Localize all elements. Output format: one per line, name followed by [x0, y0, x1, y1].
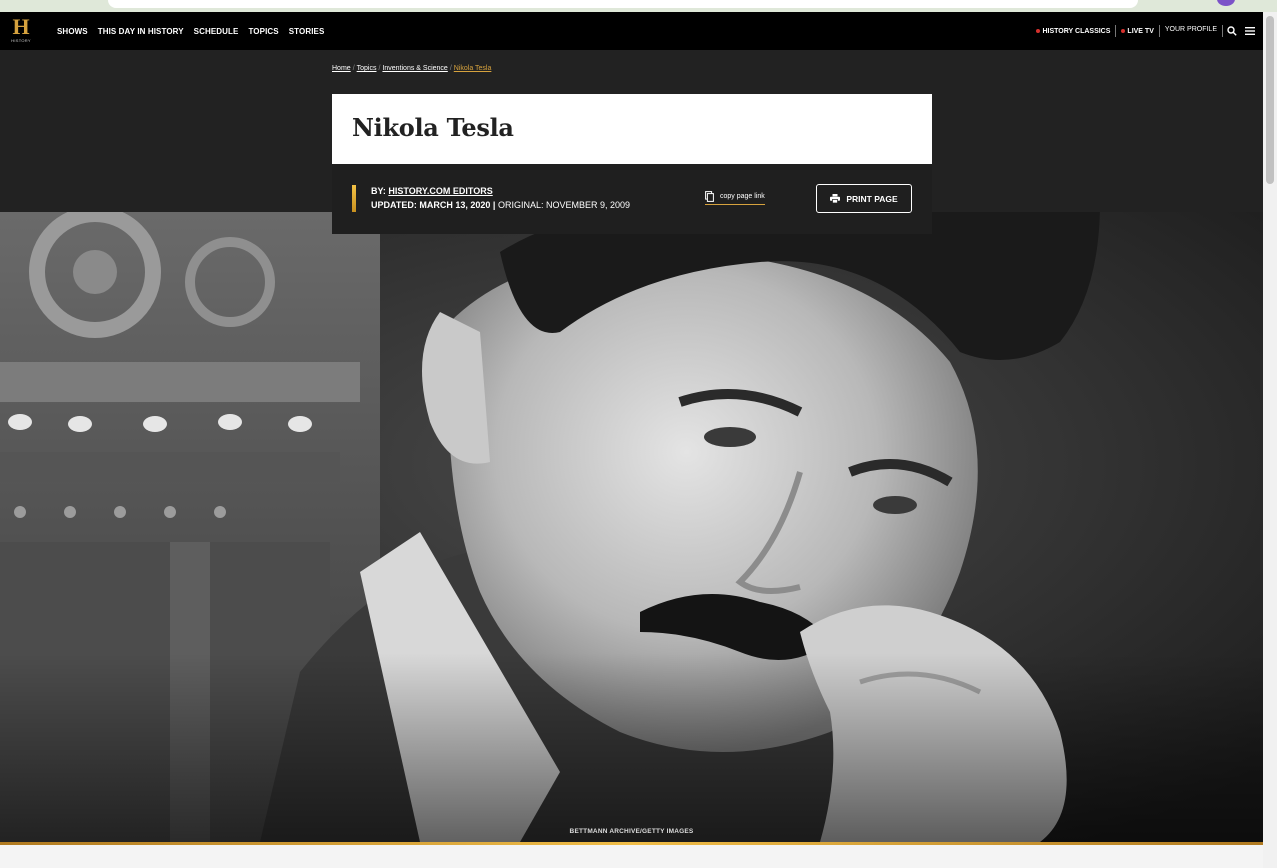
author-link[interactable]: HISTORY.COM EDITORS [388, 186, 492, 196]
hero-image [0, 212, 1263, 842]
printer-icon [830, 194, 841, 203]
page-title: Nikola Tesla [352, 113, 514, 142]
nav-shows[interactable]: SHOWS [57, 27, 88, 36]
byline: BY: HISTORY.COM EDITORS [371, 186, 493, 196]
original-label: ORIGINAL: [497, 200, 544, 210]
article-meta: BY: HISTORY.COM EDITORS UPDATED: MARCH 1… [332, 164, 932, 234]
image-caption: BETTMANN ARCHIVE/GETTY IMAGES [569, 828, 694, 835]
breadcrumb-topics[interactable]: Topics [357, 65, 377, 72]
print-page-button[interactable]: PRINT PAGE [816, 184, 912, 213]
nav-stories[interactable]: STORIES [289, 27, 325, 36]
nav-this-day-in-history[interactable]: THIS DAY IN HISTORY [98, 27, 184, 36]
browser-toolbar-edge [0, 0, 1277, 12]
copy-icon [705, 191, 714, 202]
copy-page-link[interactable]: copy page link [705, 191, 765, 205]
breadcrumb-category[interactable]: Inventions & Science [382, 65, 447, 72]
history-logo[interactable]: H HISTORY [10, 16, 32, 46]
live-dot-icon [1121, 29, 1126, 33]
logo-letter: H [12, 14, 30, 39]
browser-profile-avatar[interactable] [1217, 0, 1235, 6]
live-tv-label: LIVE TV [1127, 27, 1154, 35]
live-dot-icon [1036, 29, 1041, 33]
meta-accent-bar [352, 185, 356, 212]
original-date: NOVEMBER 9, 2009 [545, 200, 631, 210]
utility-nav: HISTORY CLASSICS LIVE TV YOUR PROFILE [1031, 12, 1263, 50]
article-dates: UPDATED: MARCH 13, 2020 | ORIGINAL: NOVE… [371, 200, 630, 210]
title-card: Nikola Tesla [332, 94, 932, 164]
live-tv-link[interactable]: LIVE TV [1116, 28, 1158, 35]
menu-icon[interactable] [1241, 12, 1259, 50]
updated-date: MARCH 13, 2020 [419, 200, 491, 210]
main-nav: SHOWS THIS DAY IN HISTORY SCHEDULE TOPIC… [57, 12, 324, 50]
breadcrumb: Home / Topics / Inventions & Science / N… [332, 65, 491, 72]
copy-page-link-label: copy page link [720, 193, 765, 200]
breadcrumb-separator: / [352, 65, 355, 72]
breadcrumb-separator: / [378, 65, 381, 72]
breadcrumb-separator: / [449, 65, 452, 72]
your-profile-link[interactable]: YOUR PROFILE [1160, 26, 1222, 33]
portrait-photo [0, 212, 1263, 842]
scrollbar-thumb[interactable] [1266, 16, 1274, 184]
your-profile-label: YOUR PROFILE [1164, 25, 1217, 33]
nav-schedule[interactable]: SCHEDULE [194, 27, 239, 36]
site-header: H HISTORY SHOWS THIS DAY IN HISTORY SCHE… [0, 12, 1263, 50]
updated-label: UPDATED: [371, 200, 417, 210]
search-icon[interactable] [1223, 12, 1241, 50]
print-page-label: PRINT PAGE [846, 193, 898, 204]
nav-topics[interactable]: TOPICS [248, 27, 278, 36]
history-classics-label: HISTORY CLASSICS [1042, 27, 1111, 35]
page-scrollbar[interactable] [1263, 12, 1277, 868]
address-bar[interactable] [108, 0, 1138, 8]
article-body-top [0, 845, 1263, 868]
date-divider: | [492, 200, 496, 210]
history-classics-link[interactable]: HISTORY CLASSICS [1031, 28, 1115, 35]
breadcrumb-current[interactable]: Nikola Tesla [454, 65, 492, 72]
breadcrumb-home[interactable]: Home [332, 65, 351, 72]
logo-word: HISTORY [11, 38, 31, 43]
byline-label: BY: [371, 186, 386, 196]
